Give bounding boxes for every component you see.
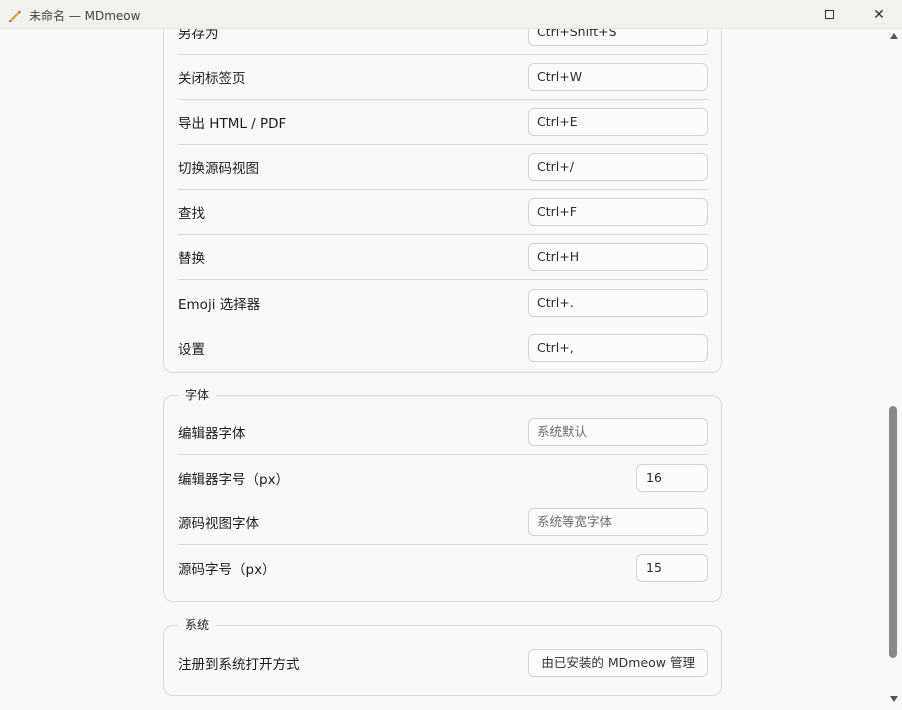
shortcut-row-export: 导出 HTML / PDF Ctrl+E bbox=[178, 100, 708, 145]
shortcut-label: 导出 HTML / PDF bbox=[178, 116, 287, 132]
shortcuts-card: 另存为 Ctrl+Shift+S 关闭标签页 Ctrl+W 导出 HTML / … bbox=[163, 29, 722, 373]
editor-size-input[interactable]: 16 bbox=[636, 463, 708, 492]
close-button[interactable]: ✕ bbox=[856, 0, 902, 29]
shortcut-label: 切换源码视图 bbox=[178, 161, 259, 177]
scroll-up-icon[interactable] bbox=[890, 33, 898, 39]
system-card: 系统 注册到系统打开方式 由已安装的 MDmeow 管理 bbox=[163, 617, 722, 696]
shortcut-row-replace: 替换 Ctrl+H bbox=[178, 235, 708, 280]
vertical-scrollbar[interactable] bbox=[886, 29, 902, 710]
shortcut-label: Emoji 选择器 bbox=[178, 296, 261, 313]
scroll-down-icon[interactable] bbox=[890, 696, 898, 702]
shortcut-label: 另存为 bbox=[178, 29, 219, 42]
shortcut-input[interactable]: Ctrl+W bbox=[528, 63, 708, 91]
shortcut-label: 关闭标签页 bbox=[178, 71, 246, 87]
register-row: 注册到系统打开方式 由已安装的 MDmeow 管理 bbox=[178, 640, 708, 685]
shortcut-input[interactable]: Ctrl+/ bbox=[528, 153, 708, 181]
shortcut-row-toggle-source: 切换源码视图 Ctrl+/ bbox=[178, 145, 708, 190]
system-section-title: 系统 bbox=[178, 617, 217, 633]
editor-font-label: 编辑器字体 bbox=[178, 426, 246, 442]
font-section-title: 字体 bbox=[178, 387, 217, 403]
source-size-label: 源码字号（px） bbox=[178, 561, 276, 578]
source-size-input[interactable]: 15 bbox=[636, 553, 708, 582]
editor-font-input[interactable]: 系统默认 bbox=[528, 418, 708, 446]
shortcut-input[interactable]: Ctrl+E bbox=[528, 108, 708, 136]
editor-size-row: 编辑器字号（px） 16 bbox=[178, 455, 708, 500]
shortcut-input[interactable]: Ctrl+H bbox=[528, 243, 708, 271]
title-bar: 未命名 — MDmeow ✕ bbox=[0, 0, 902, 29]
maximize-button[interactable] bbox=[806, 0, 852, 29]
scroll-thumb[interactable] bbox=[889, 406, 897, 658]
source-font-row: 源码视图字体 系统等宽字体 bbox=[178, 500, 708, 545]
shortcut-row-save-as: 另存为 Ctrl+Shift+S bbox=[178, 29, 708, 55]
settings-content[interactable]: 另存为 Ctrl+Shift+S 关闭标签页 Ctrl+W 导出 HTML / … bbox=[0, 29, 886, 710]
window-title: 未命名 — MDmeow bbox=[29, 9, 141, 23]
register-button[interactable]: 由已安装的 MDmeow 管理 bbox=[528, 648, 708, 677]
editor-font-row: 编辑器字体 系统默认 bbox=[178, 410, 708, 455]
shortcut-input[interactable]: Ctrl+Shift+S bbox=[528, 29, 708, 46]
shortcut-row-find: 查找 Ctrl+F bbox=[178, 190, 708, 235]
shortcut-label: 替换 bbox=[178, 251, 205, 267]
register-label: 注册到系统打开方式 bbox=[178, 656, 300, 673]
maximize-icon bbox=[824, 10, 834, 19]
editor-size-label: 编辑器字号（px） bbox=[178, 471, 290, 488]
shortcut-row-emoji: Emoji 选择器 Ctrl+. bbox=[178, 280, 708, 325]
shortcut-label: 查找 bbox=[178, 206, 205, 222]
shortcut-input[interactable]: Ctrl+, bbox=[528, 333, 708, 362]
shortcut-input[interactable]: Ctrl+F bbox=[528, 198, 708, 226]
shortcut-row-settings: 设置 Ctrl+, bbox=[178, 325, 708, 370]
source-font-label: 源码视图字体 bbox=[178, 516, 259, 532]
pen-icon bbox=[9, 10, 21, 22]
source-font-input[interactable]: 系统等宽字体 bbox=[528, 508, 708, 536]
font-card: 字体 编辑器字体 系统默认 编辑器字号（px） 16 源码视图字体 系统等宽字体… bbox=[163, 387, 722, 602]
close-icon: ✕ bbox=[873, 6, 885, 23]
shortcut-row-close-tab: 关闭标签页 Ctrl+W bbox=[178, 55, 708, 100]
shortcut-label: 设置 bbox=[178, 341, 205, 358]
source-size-row: 源码字号（px） 15 bbox=[178, 545, 708, 590]
shortcut-input[interactable]: Ctrl+. bbox=[528, 288, 708, 317]
